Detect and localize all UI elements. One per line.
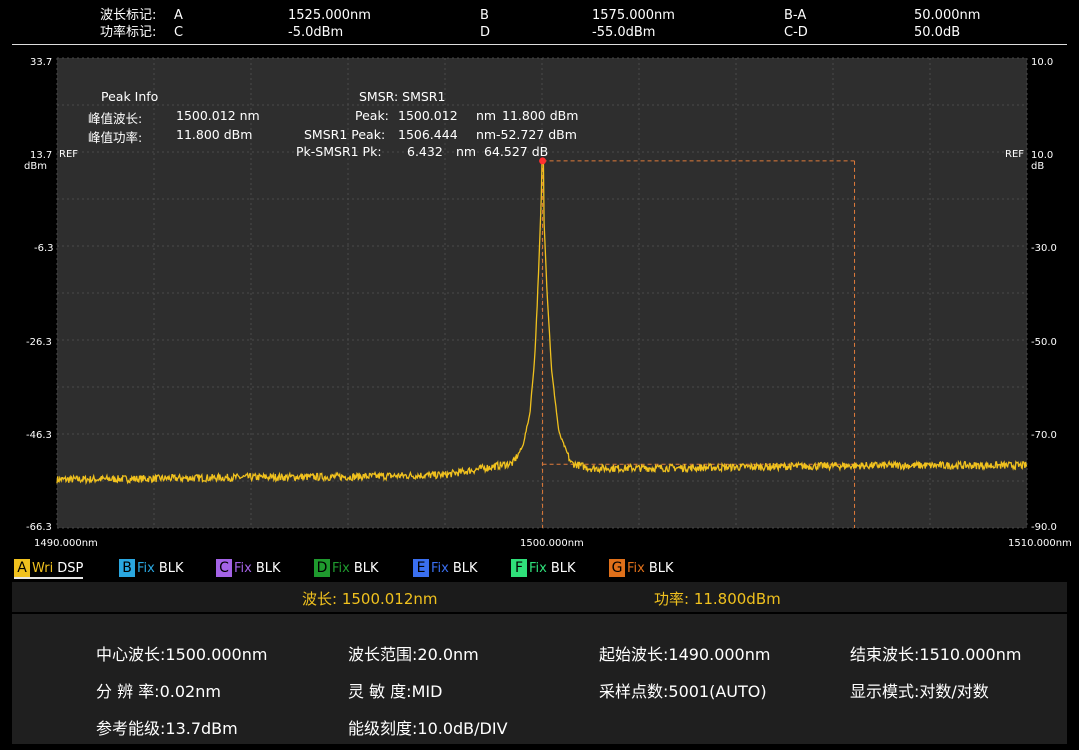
marker-d-name: D — [480, 25, 491, 40]
trace-a-button[interactable]: A Wri DSP — [14, 559, 84, 579]
y-tick-right-4: -70.0 — [1031, 430, 1057, 441]
trace-b-state: BLK — [158, 560, 184, 576]
parameters-panel: 中心波长:1500.000nm 波长范围:20.0nm 起始波长:1490.00… — [12, 614, 1067, 744]
trace-e-letter: E — [413, 559, 429, 577]
readout-wavelength: 波长: 1500.012nm — [302, 590, 438, 608]
wave-marker-label: 波长标记: — [100, 8, 157, 23]
spectrum-plot-area[interactable]: 33.7 13.7 dBm REF -6.3 -26.3 -46.3 -66.3… — [0, 53, 1079, 555]
trace-e-button[interactable]: E Fix BLK — [413, 559, 478, 577]
smsr1-peak-wl: 1506.444 — [398, 127, 458, 142]
peak-pw-value: 11.800 dBm — [176, 127, 253, 142]
trace-a-state: DSP — [57, 560, 84, 576]
x-tick-stop: 1510.000nm — [1008, 538, 1072, 549]
trace-g-button[interactable]: G Fix BLK — [609, 559, 674, 577]
y-tick-left-4: -46.3 — [26, 430, 52, 441]
marker-c-value: -5.0dBm — [288, 25, 344, 40]
trace-d-state: BLK — [353, 560, 379, 576]
marker-a-value: 1525.000nm — [288, 8, 371, 23]
ref-label-right: REF — [1005, 149, 1025, 160]
y-tick-left-5: -66.3 — [26, 522, 52, 533]
trace-g-letter: G — [609, 559, 625, 577]
smsr-peak-wl-unit: nm — [476, 108, 497, 123]
smsr-peak-pw: 11.800 dBm — [502, 108, 579, 123]
y-unit-left: dBm — [24, 161, 47, 172]
trace-c-mode: Fix — [234, 560, 252, 576]
peak-info-title: Peak Info — [101, 89, 159, 104]
smsr-peak-label: Peak: — [355, 108, 389, 123]
trace-b-button[interactable]: B Fix BLK — [119, 559, 184, 577]
param-sensitivity[interactable]: 灵 敏 度:MID — [348, 678, 442, 702]
param-resolution[interactable]: 分 辨 率:0.02nm — [96, 678, 221, 702]
trace-a-letter: A — [14, 559, 30, 577]
param-ref-level[interactable]: 参考能级:13.7dBm — [96, 715, 238, 739]
trace-e-state: BLK — [452, 560, 478, 576]
x-tick-center: 1500.000nm — [520, 538, 584, 549]
trace-f-letter: F — [511, 559, 527, 577]
trace-c-letter: C — [216, 559, 232, 577]
y-tick-left-1: 13.7 — [30, 150, 53, 161]
marker-b-value: 1575.000nm — [592, 8, 675, 23]
y-tick-right-0: 10.0 — [1031, 57, 1054, 68]
pk-smsr1-wl-unit: nm — [456, 144, 477, 159]
param-center-wavelength[interactable]: 中心波长:1500.000nm — [96, 641, 267, 665]
marker-b-name: B — [480, 8, 489, 23]
trace-f-mode: Fix — [529, 560, 547, 576]
marker-cd-value: 50.0dB — [914, 25, 961, 40]
peak-readout-bar: 波长: 1500.012nm 功率: 11.800dBm — [12, 582, 1067, 612]
marker-cd-name: C-D — [784, 25, 808, 40]
y-tick-right-1: 10.0 — [1031, 150, 1054, 161]
smsr-title: SMSR: SMSR1 — [359, 89, 446, 104]
trace-f-state: BLK — [550, 560, 576, 576]
trace-f-button[interactable]: F Fix BLK — [511, 559, 576, 577]
y-tick-left-2: -6.3 — [34, 243, 54, 254]
trace-d-button[interactable]: D Fix BLK — [314, 559, 379, 577]
param-start-wavelength[interactable]: 起始波长:1490.000nm — [599, 641, 770, 665]
power-marker-label: 功率标记: — [100, 25, 157, 40]
marker-c-name: C — [174, 25, 184, 40]
header-divider — [12, 44, 1067, 45]
smsr1-peak-pw: -52.727 dBm — [496, 127, 577, 142]
pk-smsr1-db: 64.527 dB — [484, 144, 549, 159]
trace-b-mode: Fix — [137, 560, 155, 576]
y-tick-right-2: -30.0 — [1031, 243, 1057, 254]
param-stop-wavelength[interactable]: 结束波长:1510.000nm — [850, 641, 1021, 665]
readout-power: 功率: 11.800dBm — [654, 590, 781, 608]
param-display-mode[interactable]: 显示模式:对数/对数 — [850, 678, 989, 702]
smsr1-peak-label: SMSR1 Peak: — [304, 127, 386, 142]
trace-d-letter: D — [314, 559, 330, 577]
trace-c-button[interactable]: C Fix BLK — [216, 559, 281, 577]
y-tick-right-5: -90.0 — [1031, 522, 1057, 533]
peak-wl-value: 1500.012 nm — [176, 108, 260, 123]
pk-smsr1-label: Pk-SMSR1 Pk: — [296, 144, 382, 159]
y-tick-left-0: 33.7 — [30, 57, 53, 68]
pk-smsr1-wl: 6.432 — [407, 144, 443, 159]
trace-g-state: BLK — [648, 560, 674, 576]
trace-e-mode: Fix — [431, 560, 449, 576]
marker-ba-value: 50.000nm — [914, 8, 981, 23]
param-span[interactable]: 波长范围:20.0nm — [348, 641, 479, 665]
y-tick-right-3: -50.0 — [1031, 337, 1057, 348]
marker-a-name: A — [174, 8, 183, 23]
ref-label-left: REF — [59, 149, 79, 160]
marker-header: 波长标记: A 1525.000nm B 1575.000nm B-A 50.0… — [0, 0, 1079, 45]
param-sample-points[interactable]: 采样点数:5001(AUTO) — [599, 678, 767, 702]
marker-ba-name: B-A — [784, 8, 807, 23]
marker-d-value: -55.0dBm — [592, 25, 656, 40]
x-tick-start: 1490.000nm — [34, 538, 98, 549]
trace-b-letter: B — [119, 559, 135, 577]
trace-a-mode: Wri — [32, 560, 54, 576]
trace-g-mode: Fix — [627, 560, 645, 576]
y-unit-right: dB — [1031, 161, 1045, 172]
trace-selector-bar: A Wri DSP B Fix BLK C Fix BLK D Fix BLK … — [0, 556, 1079, 580]
peak-pw-label: 峰值功率: — [88, 130, 143, 145]
smsr-peak-wl: 1500.012 — [398, 108, 458, 123]
y-tick-left-3: -26.3 — [26, 337, 52, 348]
peak-wl-label: 峰值波长: — [88, 111, 143, 126]
smsr1-peak-wl-unit: nm — [476, 127, 497, 142]
trace-d-mode: Fix — [332, 560, 350, 576]
trace-c-state: BLK — [255, 560, 281, 576]
param-level-scale[interactable]: 能级刻度:10.0dB/DIV — [348, 715, 508, 739]
